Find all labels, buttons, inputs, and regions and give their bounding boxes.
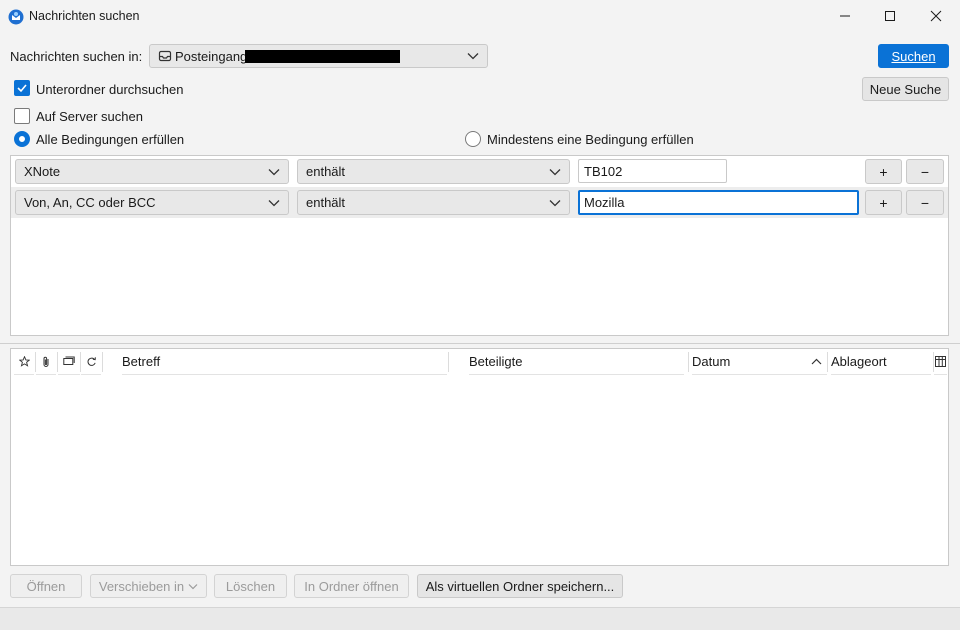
search-in-label: Nachrichten suchen in: — [10, 49, 143, 64]
checkmark-icon — [17, 84, 27, 93]
subfolders-checkbox[interactable] — [14, 80, 30, 96]
chevron-down-icon — [268, 168, 280, 175]
results-list[interactable]: Betreff Beteiligte Datum Ablageort — [10, 348, 949, 566]
thunderbird-icon — [8, 9, 24, 25]
column-separator — [688, 352, 689, 372]
read-status-icon — [87, 357, 96, 366]
match-any-radio[interactable] — [465, 131, 481, 147]
date-column-label: Datum — [692, 354, 731, 369]
add-criteria-button[interactable]: + — [865, 159, 902, 184]
chevron-down-icon — [549, 199, 561, 206]
location-column-label: Ablageort — [831, 354, 887, 369]
column-separator — [102, 352, 103, 372]
add-icon: + — [879, 163, 888, 180]
delete-button[interactable]: Löschen — [214, 574, 287, 598]
criteria-field-select[interactable]: Von, An, CC oder BCC — [15, 190, 289, 215]
open-button-label: Öffnen — [26, 578, 66, 594]
remove-icon: − — [920, 194, 930, 211]
match-all-radio[interactable] — [14, 131, 30, 147]
minimize-icon — [840, 15, 850, 17]
remove-criteria-button[interactable]: − — [906, 190, 944, 215]
search-button-label: Suchen — [891, 48, 936, 64]
subject-column-header[interactable]: Betreff — [122, 349, 447, 375]
attachment-icon — [43, 356, 49, 367]
move-to-button[interactable]: Verschieben in — [90, 574, 207, 598]
folder-select-value: Posteingang — [175, 48, 248, 64]
location-column-header[interactable]: Ablageort — [831, 349, 931, 375]
new-search-button-label: Neue Suche — [869, 81, 942, 97]
server-search-checkbox[interactable] — [14, 108, 30, 124]
match-all-label: Alle Bedingungen erfüllen — [36, 132, 185, 147]
criteria-operator-value: enthält — [306, 195, 346, 210]
column-separator — [448, 352, 449, 372]
column-picker-icon — [935, 356, 946, 367]
open-in-folder-button-label: In Ordner öffnen — [304, 578, 399, 594]
redaction-bar — [245, 50, 400, 63]
criteria-operator-value: enthält — [306, 164, 346, 179]
chevron-down-icon — [188, 583, 198, 589]
chevron-down-icon — [467, 53, 479, 60]
search-button[interactable]: Suchen — [878, 44, 949, 68]
criteria-value-text: TB102 — [584, 163, 623, 179]
chevron-down-icon — [549, 168, 561, 175]
attachment-column-header[interactable] — [36, 349, 56, 375]
splitter[interactable] — [0, 343, 960, 344]
criteria-field-value: Von, An, CC oder BCC — [24, 195, 156, 210]
maximize-button[interactable] — [868, 0, 912, 32]
participants-column-label: Beteiligte — [469, 354, 523, 369]
criteria-value-text: Mozilla — [584, 195, 625, 210]
star-icon — [18, 356, 30, 367]
maximize-icon — [885, 11, 895, 21]
criteria-operator-select[interactable]: enthält — [297, 159, 570, 184]
open-button[interactable]: Öffnen — [10, 574, 82, 598]
open-in-folder-button[interactable]: In Ordner öffnen — [294, 574, 409, 598]
remove-icon: − — [920, 163, 930, 180]
read-status-column-header[interactable] — [81, 349, 101, 375]
inbox-icon — [158, 50, 172, 62]
save-virtual-folder-button-label: Als virtuellen Ordner speichern... — [425, 578, 615, 594]
criteria-row: Von, An, CC oder BCC enthält Mozilla + − — [11, 187, 948, 218]
server-search-label: Auf Server suchen — [36, 109, 143, 124]
column-separator — [827, 352, 828, 372]
criteria-list: XNote enthält TB102 + − Von, An, CC oder… — [10, 155, 949, 336]
criteria-row: XNote enthält TB102 + − — [11, 156, 948, 187]
close-icon — [930, 10, 942, 22]
remove-criteria-button[interactable]: − — [906, 159, 944, 184]
close-button[interactable] — [914, 0, 958, 32]
subject-column-label: Betreff — [122, 354, 161, 369]
criteria-value-input[interactable]: TB102 — [578, 159, 727, 183]
add-criteria-button[interactable]: + — [865, 190, 902, 215]
star-column-header[interactable] — [14, 349, 34, 375]
participants-column-header[interactable]: Beteiligte — [469, 349, 684, 375]
chevron-down-icon — [268, 199, 280, 206]
thread-icon — [63, 356, 75, 365]
new-search-button[interactable]: Neue Suche — [862, 77, 949, 101]
chevron-up-icon — [811, 358, 822, 365]
title-bar: Nachrichten suchen — [0, 0, 960, 34]
subfolders-label: Unterordner durchsuchen — [36, 82, 184, 97]
delete-button-label: Löschen — [225, 578, 276, 594]
thread-column-header[interactable] — [58, 349, 80, 375]
match-any-label: Mindestens eine Bedingung erfüllen — [487, 132, 694, 147]
move-to-button-label: Verschieben in — [98, 578, 185, 594]
add-icon: + — [879, 194, 888, 211]
minimize-button[interactable] — [823, 0, 867, 32]
criteria-field-value: XNote — [24, 164, 61, 179]
save-virtual-folder-button[interactable]: Als virtuellen Ordner speichern... — [417, 574, 623, 598]
criteria-value-input[interactable]: Mozilla — [578, 190, 859, 215]
status-bar — [0, 607, 960, 630]
date-column-header[interactable]: Datum — [692, 349, 827, 375]
folder-select[interactable]: Posteingang — [149, 44, 488, 68]
window-title: Nachrichten suchen — [29, 9, 140, 23]
criteria-operator-select[interactable]: enthält — [297, 190, 570, 215]
criteria-field-select[interactable]: XNote — [15, 159, 289, 184]
column-picker-button[interactable] — [934, 349, 947, 375]
